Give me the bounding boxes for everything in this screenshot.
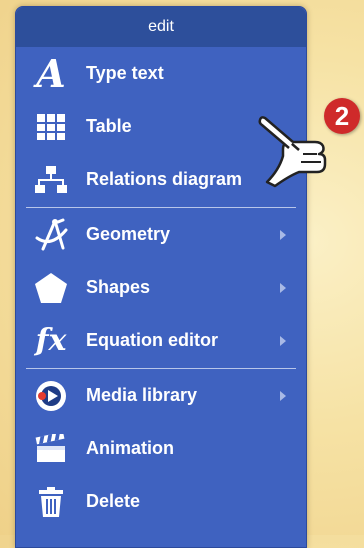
menu-item-label: Shapes [86,277,151,297]
trash-icon [16,486,86,518]
menu-item-label: Geometry [86,224,171,244]
pointing-hand-icon [255,112,335,197]
clapperboard-icon [16,433,86,464]
menu-item-type-text[interactable]: A Type text [16,47,306,100]
menu-item-label: Equation editor [86,330,218,350]
fx-icon: fx [35,322,67,358]
type-text-icon: A [36,50,66,96]
geometry-compass-icon [16,218,86,252]
pentagon-icon [16,272,86,304]
menu-item-label: Delete [86,491,141,511]
menu-item-geometry[interactable]: Geometry [16,208,306,261]
submenu-arrow-icon [280,229,286,240]
media-play-icon [16,379,86,413]
menu-item-label: Animation [86,438,174,458]
submenu-arrow-icon [280,282,286,293]
menu-item-animation[interactable]: Animation [16,422,306,475]
menu-item-media-library[interactable]: Media library [16,369,306,422]
menu-item-label: Type text [86,63,164,83]
submenu-arrow-icon [280,390,286,401]
menu-item-label: Media library [86,385,198,405]
menu-item-delete[interactable]: Delete [16,475,306,528]
table-grid-icon [16,113,86,141]
menu-title: edit [16,7,306,47]
submenu-arrow-icon [280,335,286,346]
relations-diagram-icon [16,165,86,195]
menu-item-equation-editor[interactable]: fx Equation editor [16,314,306,367]
menu-item-shapes[interactable]: Shapes [16,261,306,314]
step-number-badge: 2 [324,98,360,134]
edit-context-menu: edit A Type text Table Relations diagram… [15,6,307,548]
